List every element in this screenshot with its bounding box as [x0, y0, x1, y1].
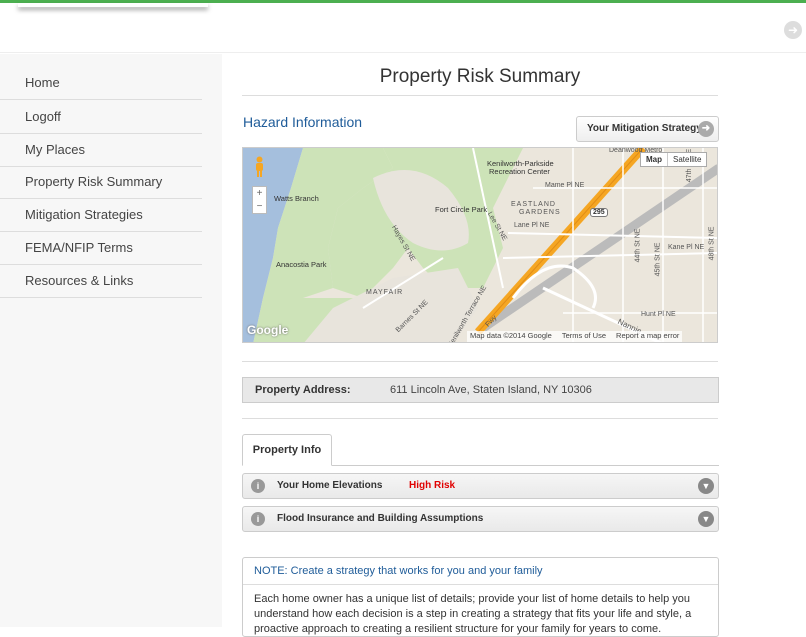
- divider: [242, 418, 718, 419]
- property-address-bar: Property Address: 611 Lincoln Ave, State…: [242, 377, 719, 403]
- map-type-satellite[interactable]: Satellite: [668, 153, 706, 166]
- info-icon: i: [251, 512, 265, 526]
- tab-property-info[interactable]: Property Info: [242, 434, 332, 466]
- sidebar-item-home[interactable]: Home: [0, 67, 202, 100]
- map-label: Recreation Center: [489, 167, 550, 176]
- divider: [243, 584, 718, 585]
- sidebar-item-logoff[interactable]: Logoff: [0, 101, 202, 134]
- accordion-label: Flood Insurance and Building Assumptions: [277, 513, 484, 524]
- sidebar-item-my-places[interactable]: My Places: [0, 134, 202, 167]
- map-label: 48th St NE: [708, 226, 716, 261]
- map-type-toggle: Map Satellite: [640, 152, 708, 167]
- zoom-control: + −: [252, 186, 267, 214]
- google-logo: Google: [247, 323, 289, 337]
- note-panel: NOTE: Create a strategy that works for y…: [242, 557, 719, 637]
- chevron-down-icon: ▼: [698, 511, 714, 527]
- map-label: EASTLAND: [511, 201, 556, 208]
- map-label: Lane Pl NE: [514, 222, 550, 229]
- map-data-attribution: Map data ©2014 Google: [470, 331, 552, 340]
- note-heading: NOTE: Create a strategy that works for y…: [254, 565, 543, 577]
- page-title: Property Risk Summary: [379, 66, 581, 87]
- note-body: Each home owner has a unique list of det…: [254, 593, 692, 635]
- map-label: MAYFAIR: [366, 289, 404, 296]
- accordion-home-elevations[interactable]: i Your Home Elevations High Risk ▼: [242, 473, 719, 499]
- route-shield: 295: [590, 208, 608, 217]
- arrow-right-icon[interactable]: ➜: [784, 21, 802, 39]
- arrow-right-icon: ➜: [698, 121, 714, 137]
- chevron-down-icon: ▼: [698, 478, 714, 494]
- sidebar-item-fema-terms[interactable]: FEMA/NFIP Terms: [0, 232, 202, 265]
- map-label: GARDENS: [519, 209, 561, 216]
- map-label: Fort Circle Park: [435, 205, 488, 214]
- accordion-label: Your Home Elevations: [277, 480, 383, 491]
- report-map-error-link[interactable]: Report a map error: [616, 331, 679, 342]
- zoom-in-button[interactable]: +: [253, 187, 266, 200]
- top-bar: ➜: [0, 0, 806, 53]
- map-footer: Map data ©2014 Google Terms of Use Repor…: [467, 331, 683, 342]
- accordion-flood-insurance[interactable]: i Flood Insurance and Building Assumptio…: [242, 506, 719, 532]
- header-logo-area: [18, 3, 208, 7]
- divider: [242, 95, 718, 96]
- sidebar-item-mitigation-strategies[interactable]: Mitigation Strategies: [0, 199, 202, 232]
- map[interactable]: Kenilworth-Parkside Recreation Center Wa…: [242, 147, 718, 343]
- risk-badge: High Risk: [409, 480, 456, 491]
- map-label: Anacostia Park: [276, 260, 327, 269]
- map-label: 44th St NE: [634, 228, 642, 263]
- sidebar: Home Logoff My Places Property Risk Summ…: [0, 54, 222, 627]
- sidebar-item-resources[interactable]: Resources & Links: [0, 265, 202, 298]
- terms-of-use-link[interactable]: Terms of Use: [562, 331, 606, 342]
- property-address-value: 611 Lincoln Ave, Staten Island, NY 10306: [390, 384, 592, 396]
- property-address-label: Property Address:: [255, 384, 351, 396]
- map-label: Mame Pl NE: [545, 182, 585, 189]
- mitigation-strategy-button[interactable]: Your Mitigation Strategy ➜: [576, 116, 719, 142]
- map-type-map[interactable]: Map: [641, 153, 668, 166]
- hazard-information-heading: Hazard Information: [243, 114, 363, 130]
- info-icon: i: [251, 479, 265, 493]
- map-label: Kane Pl NE: [668, 244, 705, 251]
- sidebar-item-property-risk-summary[interactable]: Property Risk Summary: [0, 166, 202, 199]
- divider: [242, 361, 718, 362]
- map-label: Hunt Pl NE: [641, 311, 676, 318]
- zoom-out-button[interactable]: −: [253, 200, 266, 213]
- mitigation-strategy-label: Your Mitigation Strategy: [587, 123, 702, 134]
- map-label: Watts Branch: [274, 194, 319, 203]
- pegman-icon[interactable]: [254, 156, 265, 178]
- map-label: 45th St NE: [654, 242, 662, 277]
